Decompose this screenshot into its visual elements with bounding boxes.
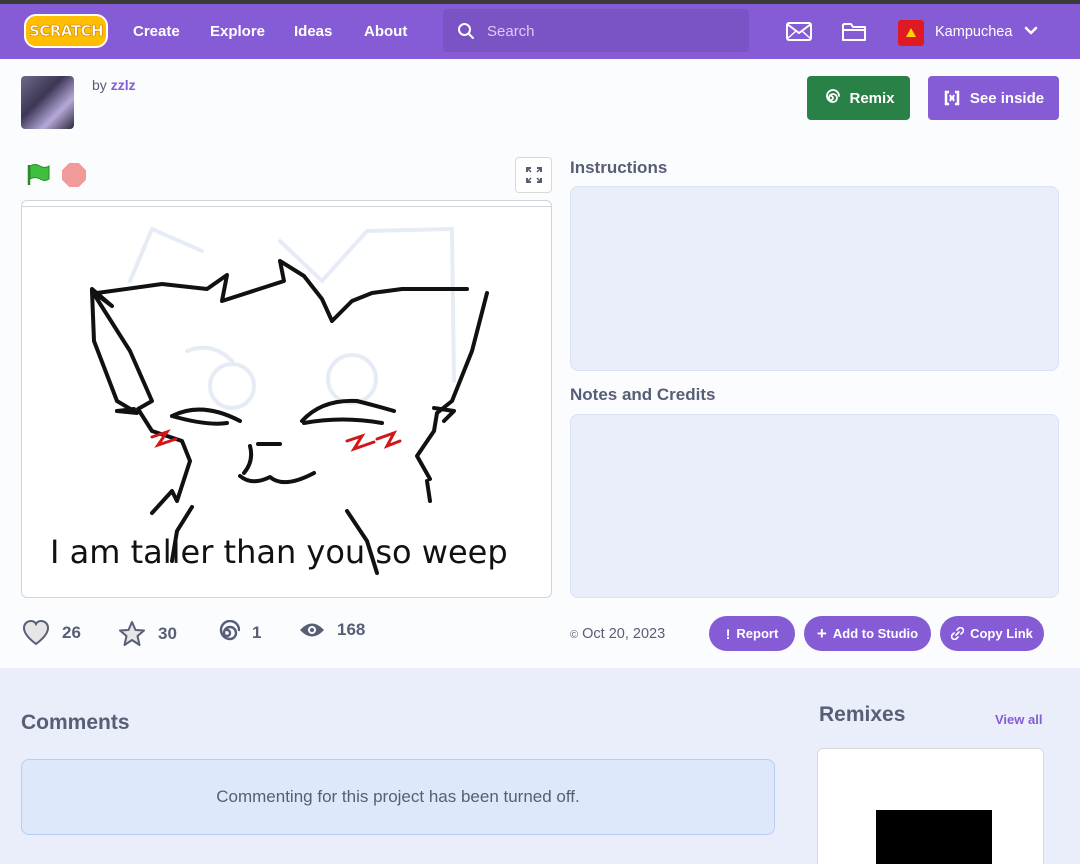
project-date: © Oct 20, 2023 xyxy=(570,626,665,642)
remix-label: Remix xyxy=(849,89,895,107)
nav-create[interactable]: Create xyxy=(133,23,180,40)
instructions-title: Instructions xyxy=(570,158,668,177)
user-avatar-flag[interactable] xyxy=(898,20,924,46)
copy-link-button[interactable]: Copy Link xyxy=(940,616,1044,651)
remix-card[interactable] xyxy=(817,748,1044,864)
exclamation-icon: ! xyxy=(725,625,731,642)
messages-icon[interactable] xyxy=(786,22,812,41)
stage-caption: I am taller than you so weep xyxy=(50,533,508,571)
favorite-count: 30 xyxy=(158,624,177,643)
remix-button[interactable]: Remix xyxy=(807,76,910,120)
remix-count-icon xyxy=(219,620,240,641)
navbar: SCRATCH Create Explore Ideas About Searc… xyxy=(0,4,1080,59)
green-flag-icon[interactable] xyxy=(27,163,51,187)
notes-title: Notes and Credits xyxy=(570,385,716,404)
search-icon xyxy=(458,23,474,39)
star-icon xyxy=(119,621,145,646)
add-to-studio-button[interactable]: + Add to Studio xyxy=(804,616,931,651)
author-avatar[interactable] xyxy=(21,76,74,129)
remix-stat: 1 xyxy=(214,620,261,646)
copyright-icon: © xyxy=(570,629,579,641)
view-stat: 168 xyxy=(299,620,365,640)
report-label: Report xyxy=(736,626,779,641)
view-count: 168 xyxy=(337,620,366,639)
nav-explore[interactable]: Explore xyxy=(210,23,265,40)
comments-disabled-notice: Commenting for this project has been tur… xyxy=(21,759,775,835)
copy-link-label: Copy Link xyxy=(970,626,1033,641)
plus-icon: + xyxy=(816,623,827,643)
comments-title: Comments xyxy=(21,711,130,734)
nav-ideas[interactable]: Ideas xyxy=(294,23,332,40)
remixes-title: Remixes xyxy=(819,703,906,726)
see-inside-button[interactable]: See inside xyxy=(928,76,1059,120)
link-icon xyxy=(951,627,965,640)
favorite-stat[interactable]: 30 xyxy=(118,620,177,648)
view-all-remixes-link[interactable]: View all xyxy=(995,712,1042,727)
chevron-down-icon[interactable] xyxy=(1024,24,1038,38)
search-placeholder: Search xyxy=(487,23,535,40)
fullscreen-icon xyxy=(525,167,542,183)
instructions-panel xyxy=(570,186,1059,371)
byline: by zzlz xyxy=(92,77,136,93)
nav-about[interactable]: About xyxy=(364,23,407,40)
heart-icon xyxy=(22,620,50,646)
by-label: by xyxy=(92,77,107,93)
report-button[interactable]: ! Report xyxy=(709,616,795,651)
my-stuff-folder-icon[interactable] xyxy=(841,21,867,42)
fullscreen-button[interactable] xyxy=(515,157,552,193)
date-text: Oct 20, 2023 xyxy=(582,626,666,642)
remix-icon xyxy=(826,89,841,103)
remix-count: 1 xyxy=(252,623,262,642)
add-to-studio-label: Add to Studio xyxy=(832,626,919,641)
scratch-logo[interactable]: SCRATCH xyxy=(24,14,108,48)
see-inside-label: See inside xyxy=(969,89,1045,107)
notes-panel xyxy=(570,414,1059,598)
search-input[interactable]: Search xyxy=(443,9,749,52)
project-stage[interactable]: I am taller than you so weep xyxy=(21,200,552,598)
love-stat[interactable]: 26 xyxy=(22,620,81,646)
eye-icon xyxy=(300,623,324,637)
logo-text: SCRATCH xyxy=(28,22,104,41)
remix-thumbnail[interactable] xyxy=(876,810,992,864)
love-count: 26 xyxy=(62,623,81,642)
author-link[interactable]: zzlz xyxy=(111,77,136,93)
see-inside-icon xyxy=(944,90,960,106)
username[interactable]: Kampuchea xyxy=(935,24,1012,40)
stop-sign-icon[interactable] xyxy=(62,163,86,187)
